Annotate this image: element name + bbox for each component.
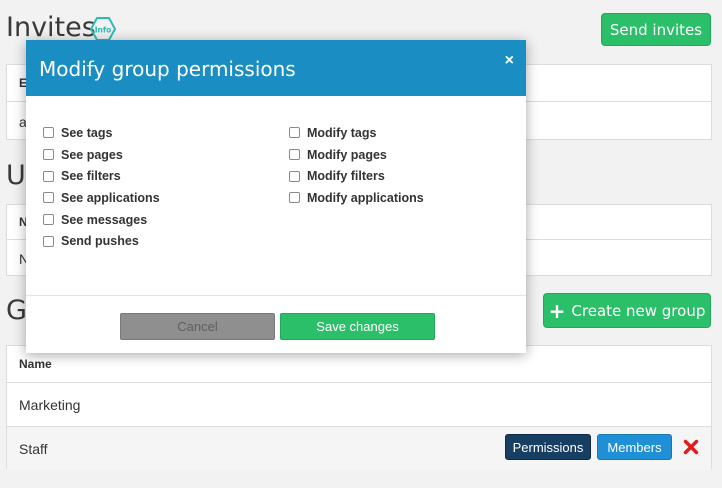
permission-send-pushes[interactable]: Send pushes xyxy=(43,230,160,252)
checkbox[interactable] xyxy=(43,235,54,247)
permission-label: See applications xyxy=(61,190,160,205)
permission-label: Modify pages xyxy=(307,147,387,162)
page: Invites Info Send invites E- a Us N N Gr… xyxy=(0,0,722,488)
permission-see-applications[interactable]: See applications xyxy=(43,187,160,209)
info-badge-icon[interactable]: Info xyxy=(90,17,116,41)
permission-see-tags[interactable]: See tags xyxy=(43,122,160,144)
groups-table: Name Marketing Staff Permissions Members xyxy=(6,345,712,470)
permission-label: See messages xyxy=(61,212,148,227)
permission-modify-filters[interactable]: Modify filters xyxy=(289,165,424,187)
permission-label: Modify tags xyxy=(307,125,377,140)
checkbox[interactable] xyxy=(43,214,54,226)
cancel-button[interactable]: Cancel xyxy=(120,313,275,340)
modify-permissions-modal: Modify group permissions × See tags See … xyxy=(26,40,526,353)
permission-see-pages[interactable]: See pages xyxy=(43,144,160,166)
send-invites-button[interactable]: Send invites xyxy=(601,13,711,46)
checkbox[interactable] xyxy=(289,149,300,161)
table-row: Staff Permissions Members xyxy=(7,426,711,470)
permission-label: Send pushes xyxy=(61,234,139,249)
permission-see-messages[interactable]: See messages xyxy=(43,209,160,231)
checkbox[interactable] xyxy=(43,127,54,139)
permissions-button[interactable]: Permissions xyxy=(505,434,591,460)
permission-modify-applications[interactable]: Modify applications xyxy=(289,187,424,209)
checkbox[interactable] xyxy=(289,192,300,204)
group-name: Staff xyxy=(19,440,48,457)
create-new-group-button[interactable]: + Create new group xyxy=(543,293,711,328)
delete-x-icon[interactable] xyxy=(683,439,699,455)
plus-icon: + xyxy=(548,298,566,323)
save-changes-button[interactable]: Save changes xyxy=(280,313,435,340)
create-new-group-label: Create new group xyxy=(571,301,706,320)
permission-label: See filters xyxy=(61,169,121,184)
permission-modify-tags[interactable]: Modify tags xyxy=(289,122,424,144)
close-icon[interactable]: × xyxy=(505,52,514,70)
permission-label: Modify filters xyxy=(307,169,385,184)
permission-label: See tags xyxy=(61,125,113,140)
permission-label: Modify applications xyxy=(307,190,424,205)
info-badge-label: Info xyxy=(95,26,112,35)
checkbox[interactable] xyxy=(43,192,54,204)
checkbox[interactable] xyxy=(289,127,300,139)
permission-modify-pages[interactable]: Modify pages xyxy=(289,144,424,166)
modal-header: Modify group permissions × xyxy=(26,40,526,96)
group-name: Marketing xyxy=(19,396,81,413)
permission-see-filters[interactable]: See filters xyxy=(43,165,160,187)
modal-footer-divider xyxy=(26,295,526,296)
invites-title: Invites xyxy=(6,12,96,43)
modal-title: Modify group permissions xyxy=(39,57,296,81)
checkbox[interactable] xyxy=(43,149,54,161)
permissions-column-see: See tags See pages See filters See appli… xyxy=(43,122,160,252)
members-button[interactable]: Members xyxy=(597,434,672,460)
permissions-column-modify: Modify tags Modify pages Modify filters … xyxy=(289,122,424,209)
checkbox[interactable] xyxy=(43,170,54,182)
table-row: Marketing xyxy=(7,382,711,426)
permission-label: See pages xyxy=(61,147,123,162)
checkbox[interactable] xyxy=(289,170,300,182)
